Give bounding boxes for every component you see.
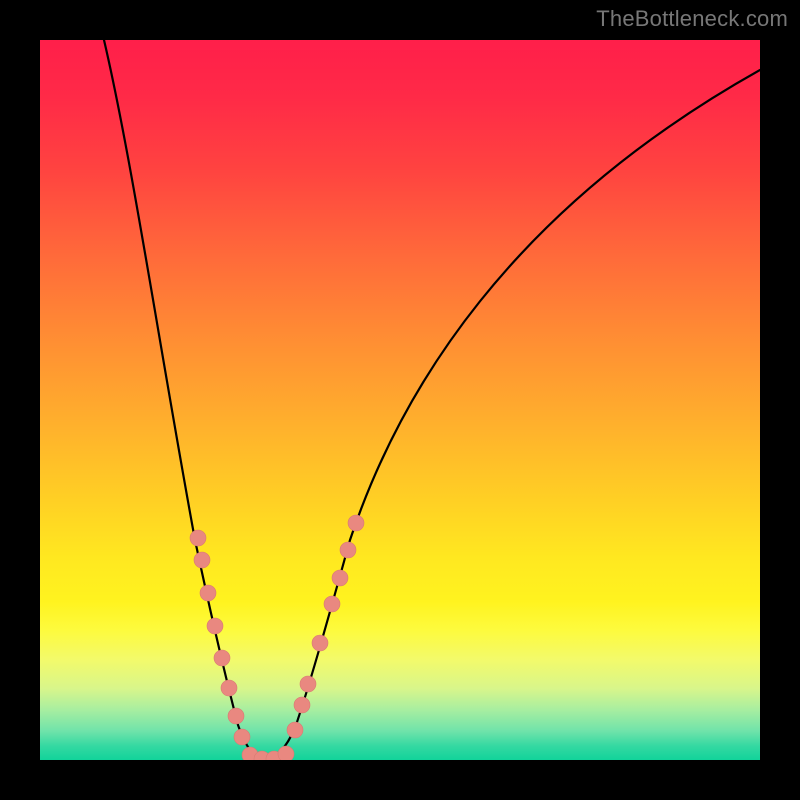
data-point	[294, 697, 310, 713]
data-point	[348, 515, 364, 531]
plot-area	[40, 40, 760, 760]
chart-frame: TheBottleneck.com	[0, 0, 800, 800]
data-point	[234, 729, 250, 745]
data-point	[278, 746, 294, 760]
data-point	[207, 618, 223, 634]
data-point	[332, 570, 348, 586]
data-point	[214, 650, 230, 666]
data-point	[324, 596, 340, 612]
data-point	[340, 542, 356, 558]
data-point	[228, 708, 244, 724]
data-point	[312, 635, 328, 651]
data-point	[287, 722, 303, 738]
curve-layer	[40, 40, 760, 760]
watermark-text: TheBottleneck.com	[596, 6, 788, 32]
data-point	[200, 585, 216, 601]
bottleneck-curve	[104, 40, 760, 759]
data-point	[221, 680, 237, 696]
data-point	[194, 552, 210, 568]
data-point	[190, 530, 206, 546]
data-point	[300, 676, 316, 692]
